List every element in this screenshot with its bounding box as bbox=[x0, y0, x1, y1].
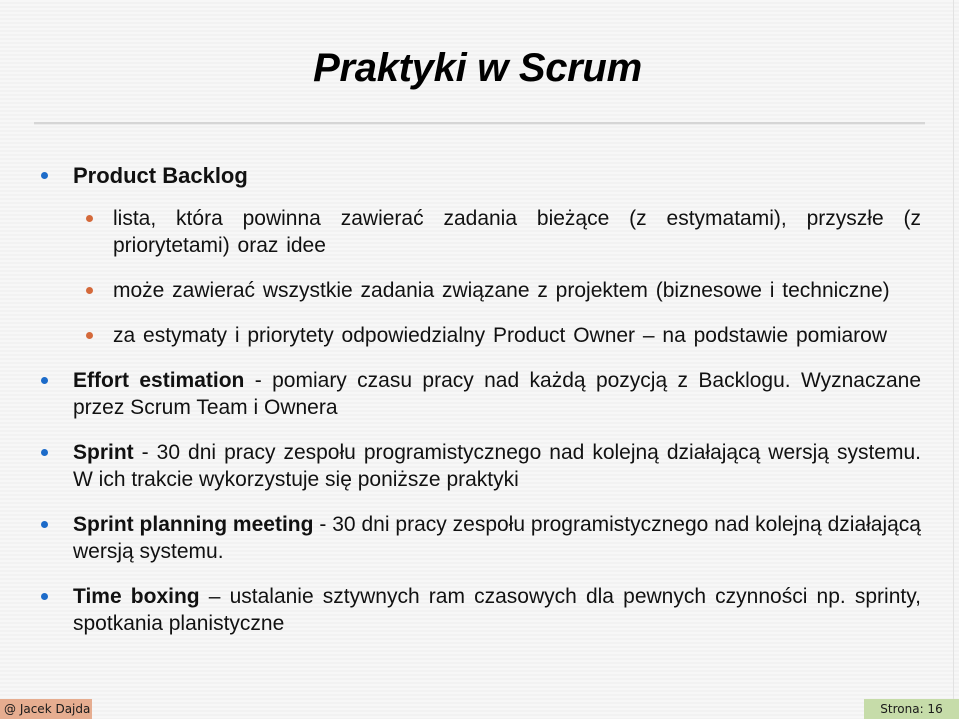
bullet-text: - 30 dni pracy zespołu programistycznego… bbox=[73, 441, 921, 491]
bullet-time-boxing: Time boxing – ustalanie sztywnych ram cz… bbox=[0, 583, 921, 637]
title-separator bbox=[34, 122, 925, 124]
bullet-term: Time boxing bbox=[73, 585, 200, 608]
bullet-heading-text: Product Backlog bbox=[73, 163, 248, 188]
bullet-dot-icon bbox=[41, 172, 48, 179]
subbullet-text: może zawierać wszystkie zadania związane… bbox=[113, 279, 890, 302]
subbullet-item: może zawierać wszystkie zadania związane… bbox=[0, 277, 921, 304]
bullet-text: – ustalanie sztywnych ram czasowych dla … bbox=[73, 585, 921, 635]
slide-content: Product Backlog lista, która powinna zaw… bbox=[0, 162, 959, 655]
subbullet-dot-icon bbox=[86, 332, 93, 339]
footer-author: @ Jacek Dajda bbox=[0, 699, 92, 719]
bullet-sprint: Sprint - 30 dni pracy zespołu programist… bbox=[0, 439, 921, 493]
bullet-term: Sprint bbox=[73, 441, 134, 464]
bullet-dot-icon bbox=[41, 377, 48, 384]
subbullet-text: lista, która powinna zawierać zadania bi… bbox=[113, 207, 921, 257]
bullet-term: Sprint planning meeting bbox=[73, 513, 314, 536]
subbullet-dot-icon bbox=[86, 215, 93, 222]
slide-title: Praktyki w Scrum bbox=[313, 46, 642, 90]
bullet-effort-estimation: Effort estimation - pomiary czasu pracy … bbox=[0, 367, 921, 421]
bullet-term: Effort estimation bbox=[73, 369, 245, 392]
bullet-dot-icon bbox=[41, 521, 48, 528]
footer-page-number: Strona: 16 bbox=[864, 699, 959, 719]
bullet-product-backlog: Product Backlog bbox=[0, 162, 921, 189]
bullet-dot-icon bbox=[41, 449, 48, 456]
subbullet-text: za estymaty i priorytety odpowiedzialny … bbox=[113, 324, 888, 347]
subbullet-item: lista, która powinna zawierać zadania bi… bbox=[0, 205, 921, 259]
subbullet-dot-icon bbox=[86, 287, 93, 294]
bullet-sprint-planning-meeting: Sprint planning meeting - 30 dni pracy z… bbox=[0, 511, 921, 565]
bullet-dot-icon bbox=[41, 593, 48, 600]
subbullet-item: za estymaty i priorytety odpowiedzialny … bbox=[0, 322, 921, 349]
